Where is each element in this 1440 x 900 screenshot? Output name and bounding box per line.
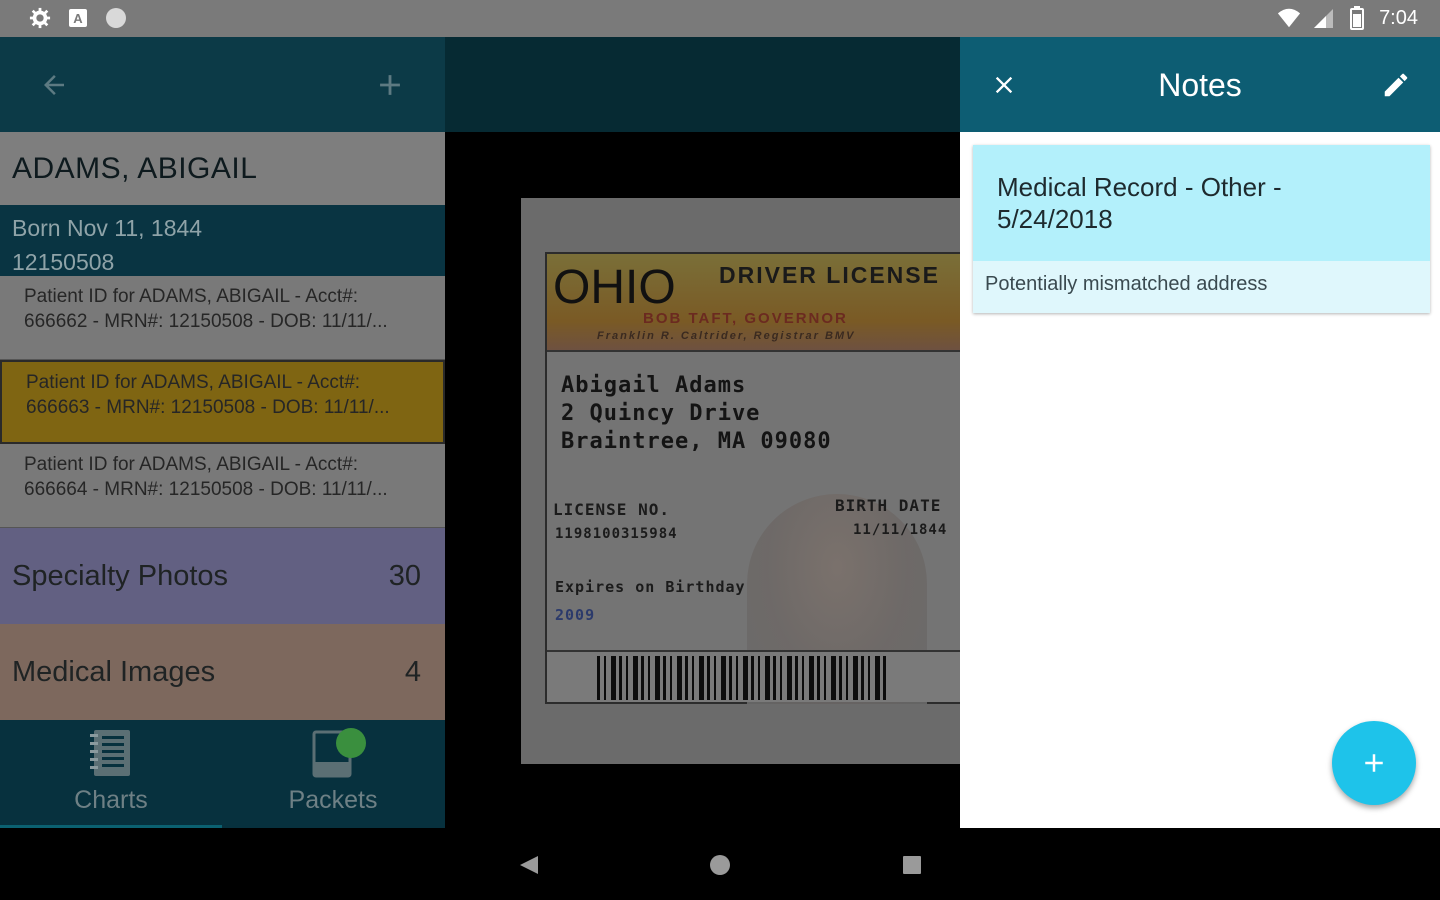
category-count: 4 — [404, 655, 421, 688]
expires-label: Expires on Birthday — [555, 578, 746, 596]
a-icon: A — [66, 6, 90, 30]
note-title-line1: Medical Record - Other - — [997, 172, 1282, 202]
license-image: OHIO DRIVER LICENSE BOB TAFT, GOVERNOR F… — [521, 198, 981, 764]
license-state: OHIO — [553, 261, 676, 314]
license-no-label: LICENSE NO. — [553, 500, 670, 519]
nav-label-packets: Packets — [288, 786, 378, 814]
license-type: DRIVER LICENSE — [719, 262, 940, 288]
category-label: Specialty Photos — [12, 559, 229, 592]
back-button[interactable] — [34, 65, 74, 105]
system-home-button[interactable] — [705, 850, 735, 880]
document-row-line1: Patient ID for ADAMS, ABIGAIL - Acct#: — [24, 286, 359, 307]
patient-name: ADAMS, ABIGAIL — [0, 132, 445, 205]
signal-icon — [1311, 6, 1335, 30]
notes-panel: Notes Medical Record - Other - 5/24/2018… — [960, 37, 1440, 828]
wifi-icon — [1277, 6, 1301, 30]
system-recents-button[interactable] — [897, 850, 927, 880]
system-back-button[interactable] — [514, 850, 544, 880]
document-row-line1: Patient ID for ADAMS, ABIGAIL - Acct#: — [26, 372, 361, 393]
expires-year: 2009 — [555, 606, 596, 624]
patient-born: Born Nov 11, 1844 — [12, 215, 203, 241]
license-address: Abigail Adams 2 Quincy Drive Braintree, … — [561, 372, 832, 456]
notes-title: Notes — [1158, 67, 1242, 103]
home-circle-icon — [710, 855, 730, 875]
plus-icon — [380, 75, 400, 95]
settings-icon — [28, 6, 52, 30]
bottom-navigation: Charts Packets — [0, 720, 445, 828]
triangle-back-icon — [520, 856, 538, 874]
document-row[interactable]: Patient ID for ADAMS, ABIGAIL - Acct#: 6… — [0, 444, 445, 528]
license-address-line1: Abigail Adams — [561, 373, 747, 398]
edit-notes-button[interactable] — [1376, 65, 1416, 105]
nav-label-charts: Charts — [74, 786, 148, 814]
document-row-selected[interactable]: Patient ID for ADAMS, ABIGAIL - Acct#: 6… — [0, 360, 445, 444]
nav-tab-charts[interactable]: Charts — [0, 720, 222, 828]
category-label: Medical Images — [12, 655, 216, 688]
status-time: 7:04 — [1379, 6, 1418, 29]
circle-icon — [104, 6, 128, 30]
document-row-line2: 666663 - MRN#: 12150508 - DOB: 11/11/... — [26, 397, 390, 418]
add-note-button[interactable] — [1332, 721, 1416, 805]
document-viewer[interactable]: OHIO DRIVER LICENSE BOB TAFT, GOVERNOR F… — [445, 132, 981, 828]
plus-icon — [1365, 754, 1383, 772]
license-registrar: Franklin R. Caltrider, Registrar BMV — [597, 330, 856, 342]
note-card-title: Medical Record - Other - 5/24/2018 — [973, 145, 1430, 261]
document-row-line2: 666662 - MRN#: 12150508 - DOB: 11/11/... — [24, 311, 388, 332]
document-row-line2: 666664 - MRN#: 12150508 - DOB: 11/11/... — [24, 479, 388, 500]
status-left-icons: A — [28, 6, 128, 30]
patient-toolbar — [0, 37, 445, 132]
license-address-line2: 2 Quincy Drive — [561, 401, 761, 426]
status-right: 7:04 — [1277, 6, 1418, 30]
viewer-toolbar — [445, 37, 960, 132]
note-card-body: Potentially mismatched address — [973, 261, 1430, 313]
note-card[interactable]: Medical Record - Other - 5/24/2018 Poten… — [973, 145, 1430, 313]
note-title-line2: 5/24/2018 — [997, 204, 1113, 234]
app-screen: A 7:04 ADAMS, ABIGAIL Born Nov 11, 1844 … — [0, 0, 1440, 900]
packets-badge — [336, 728, 366, 758]
pencil-icon — [1384, 73, 1408, 97]
charts-icon — [90, 730, 130, 776]
patient-mrn: 12150508 — [12, 249, 115, 275]
add-chart-button[interactable] — [370, 65, 410, 105]
patient-pane: ADAMS, ABIGAIL Born Nov 11, 1844 1215050… — [0, 37, 445, 828]
svg-text:A: A — [73, 11, 83, 26]
notes-toolbar: Notes — [960, 37, 1440, 132]
arrow-left-icon — [44, 75, 64, 95]
document-row-line1: Patient ID for ADAMS, ABIGAIL - Acct#: — [24, 454, 359, 475]
birth-date-value: 11/11/1844 — [853, 522, 948, 538]
license-governor: BOB TAFT, GOVERNOR — [643, 310, 848, 327]
category-count: 30 — [388, 559, 421, 592]
status-bar: A 7:04 — [0, 0, 1440, 37]
license-address-line3: Braintree, MA 09080 — [561, 429, 832, 454]
square-recents-icon — [903, 856, 921, 874]
document-row[interactable]: Patient ID for ADAMS, ABIGAIL - Acct#: 6… — [0, 276, 445, 360]
system-navigation — [0, 828, 1440, 900]
birth-date-label: BIRTH DATE — [835, 496, 942, 515]
category-medical-images[interactable]: Medical Images 4 — [0, 624, 445, 720]
license-no-value: 1198100315984 — [555, 526, 678, 542]
patient-info: Born Nov 11, 1844 12150508 — [0, 205, 445, 276]
nav-tab-packets[interactable]: Packets — [222, 720, 444, 828]
category-specialty-photos[interactable]: Specialty Photos 30 — [0, 528, 445, 624]
license-card: OHIO DRIVER LICENSE BOB TAFT, GOVERNOR F… — [545, 252, 967, 704]
battery-icon — [1345, 6, 1369, 30]
license-header: OHIO DRIVER LICENSE BOB TAFT, GOVERNOR F… — [547, 254, 963, 352]
license-barcode — [547, 650, 967, 702]
